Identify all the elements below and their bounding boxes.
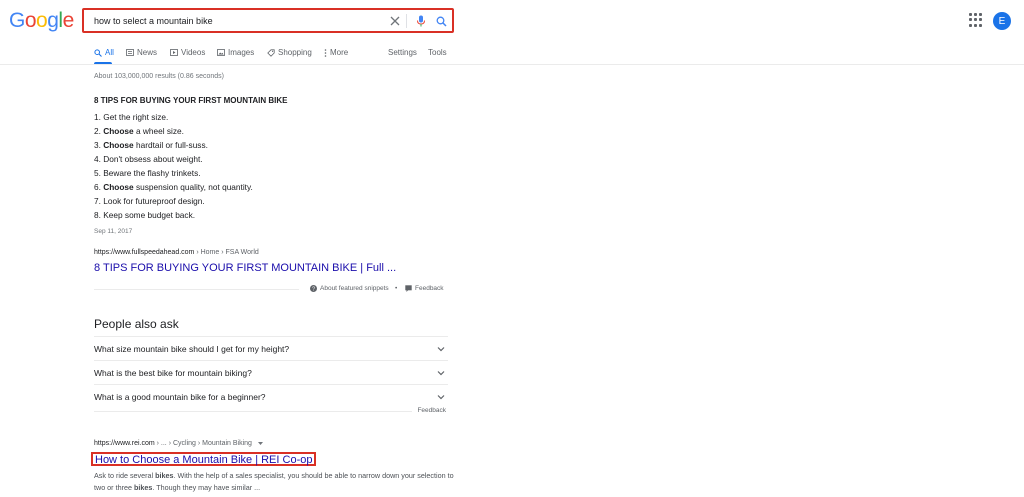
snippet-footer: ? About featured snippets • Feedback bbox=[94, 283, 448, 295]
question-row[interactable]: What is a good mountain bike for a begin… bbox=[94, 384, 448, 408]
news-icon bbox=[126, 49, 134, 56]
search-icon[interactable] bbox=[432, 12, 450, 30]
divider bbox=[406, 14, 407, 28]
search-input[interactable] bbox=[94, 13, 374, 29]
snippet-url: https://www.fullspeedahead.com › Home › … bbox=[94, 249, 259, 256]
tab-label: More bbox=[330, 48, 349, 57]
question-text: What is a good mountain bike for a begin… bbox=[94, 392, 266, 402]
close-icon[interactable] bbox=[386, 12, 404, 30]
feedback-link[interactable]: Feedback bbox=[405, 285, 444, 292]
result-stats: About 103,000,000 results (0.86 seconds) bbox=[94, 73, 224, 80]
list-item: 3. Choose hardtail or full-suss. bbox=[94, 140, 208, 150]
logo-letter: G bbox=[9, 9, 25, 32]
divider bbox=[94, 289, 299, 290]
video-icon bbox=[170, 49, 178, 56]
chevron-down-icon bbox=[437, 371, 445, 376]
about-label: About featured snippets bbox=[320, 285, 389, 292]
snippet-title: 8 TIPS FOR BUYING YOUR FIRST MOUNTAIN BI… bbox=[94, 96, 288, 105]
chevron-down-icon bbox=[437, 347, 445, 352]
tab-tools[interactable]: Tools bbox=[428, 48, 447, 57]
feedback-icon bbox=[405, 285, 412, 292]
tab-shopping[interactable]: Shopping bbox=[267, 48, 312, 57]
tab-more[interactable]: More bbox=[324, 48, 348, 57]
caret-down-icon[interactable] bbox=[257, 441, 264, 446]
tab-settings[interactable]: Settings bbox=[388, 48, 417, 57]
list-item: 7. Look for futureproof design. bbox=[94, 196, 205, 206]
tab-label: Settings bbox=[388, 48, 417, 57]
about-snippets-link[interactable]: ? About featured snippets bbox=[310, 285, 389, 292]
tab-label: Videos bbox=[181, 48, 206, 57]
chevron-down-icon bbox=[437, 395, 445, 400]
logo-letter: o bbox=[36, 9, 48, 32]
paa-feedback-link[interactable]: Feedback bbox=[417, 407, 446, 414]
url-text: https://www.rei.com bbox=[94, 440, 155, 447]
result-description: Ask to ride several bikes. With the help… bbox=[94, 471, 454, 492]
list-item: 8. Keep some budget back. bbox=[94, 210, 196, 220]
snippet-date: Sep 11, 2017 bbox=[94, 228, 133, 235]
logo-letter: o bbox=[24, 9, 37, 32]
tab-all[interactable]: All bbox=[94, 48, 114, 57]
separator-dot: • bbox=[395, 285, 398, 292]
tab-label: News bbox=[137, 48, 158, 57]
paa-footer: Feedback bbox=[94, 406, 448, 416]
tab-label: Shopping bbox=[278, 48, 312, 57]
result-url: https://www.rei.com › ... › Cycling › Mo… bbox=[94, 440, 264, 447]
tab-label: Images bbox=[228, 48, 255, 57]
svg-text:?: ? bbox=[312, 287, 315, 293]
search-icon bbox=[94, 48, 102, 57]
list-item: 5. Beware the flashy trinkets. bbox=[94, 168, 201, 178]
snippet-list: 1. Get the right size. 2. Choose a wheel… bbox=[94, 112, 253, 224]
tag-icon bbox=[267, 48, 275, 57]
breadcrumb: › ... › Cycling › Mountain Biking bbox=[154, 440, 252, 447]
snippet-link[interactable]: 8 TIPS FOR BUYING YOUR FIRST MOUNTAIN BI… bbox=[94, 262, 396, 274]
apps-grid-icon[interactable] bbox=[969, 13, 983, 27]
url-text: https://www.fullspeedahead.com bbox=[94, 249, 195, 256]
logo-letter: e bbox=[62, 9, 75, 32]
tab-news[interactable]: News bbox=[126, 48, 157, 57]
more-vert-icon bbox=[324, 48, 327, 57]
search-box bbox=[82, 8, 454, 33]
tab-images[interactable]: Images bbox=[217, 48, 254, 57]
question-row[interactable]: What is the best bike for mountain bikin… bbox=[94, 360, 448, 384]
tab-label: All bbox=[105, 48, 114, 57]
list-item: 4. Don't obsess about weight. bbox=[94, 154, 203, 164]
question-row[interactable]: What size mountain bike should I get for… bbox=[94, 336, 448, 360]
breadcrumb: › Home › FSA World bbox=[194, 249, 259, 256]
google-logo[interactable]: Google bbox=[9, 9, 74, 33]
result-title-link[interactable]: How to Choose a Mountain Bike | REI Co-o… bbox=[91, 452, 317, 466]
list-item: 2. Choose a wheel size. bbox=[94, 126, 184, 136]
avatar[interactable]: E bbox=[993, 12, 1011, 30]
question-text: What size mountain bike should I get for… bbox=[94, 344, 290, 354]
mic-icon[interactable] bbox=[412, 12, 430, 30]
feedback-label: Feedback bbox=[415, 285, 444, 292]
header-divider bbox=[0, 64, 1024, 65]
people-also-ask-heading: People also ask bbox=[94, 317, 179, 331]
image-icon bbox=[217, 49, 225, 56]
tab-label: Tools bbox=[428, 48, 447, 57]
list-item: 1. Get the right size. bbox=[94, 112, 169, 122]
question-text: What is the best bike for mountain bikin… bbox=[94, 368, 252, 378]
tab-videos[interactable]: Videos bbox=[170, 48, 205, 57]
help-icon: ? bbox=[310, 285, 317, 292]
logo-letter: g bbox=[47, 9, 59, 32]
list-item: 6. Choose suspension quality, not quanti… bbox=[94, 182, 253, 192]
divider bbox=[94, 411, 412, 412]
